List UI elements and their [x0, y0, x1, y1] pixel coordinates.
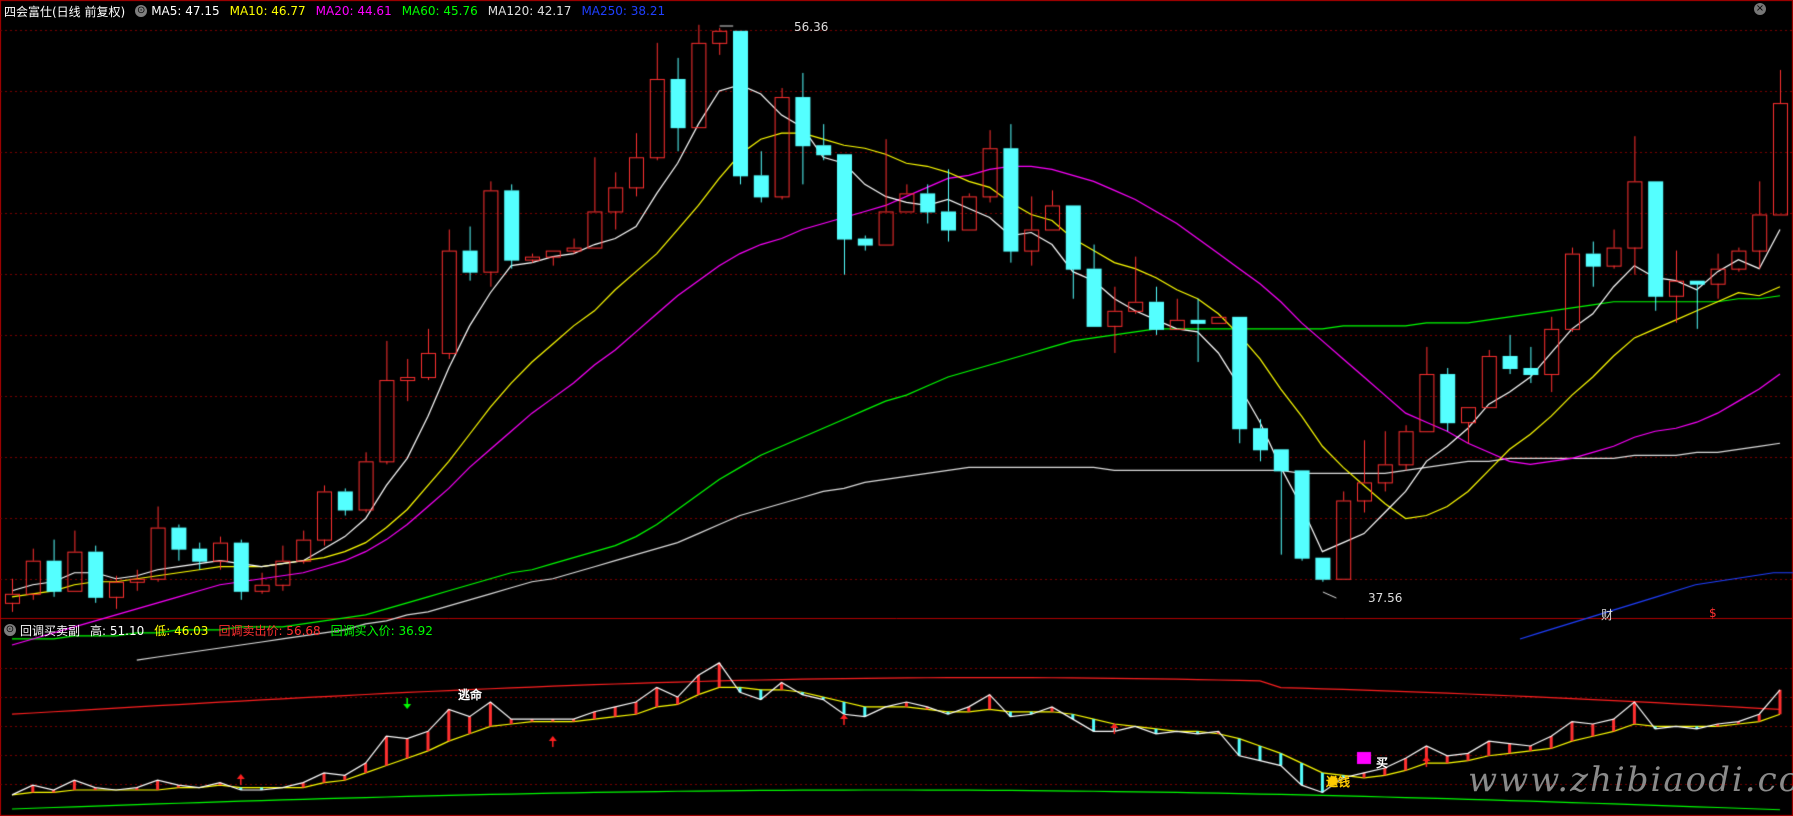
- ma250-label: MA250: 38.21: [581, 4, 666, 18]
- low-price-label: 37.56: [1368, 591, 1403, 605]
- main-panel-title: 四会富仕(日线 前复权): [4, 4, 126, 19]
- high-price-label: 56.36: [794, 20, 829, 34]
- ma5-label: MA5: 47.15: [151, 4, 220, 18]
- close-icon[interactable]: ×: [1754, 3, 1766, 15]
- sub-panel-circle-icon[interactable]: ⊙: [4, 624, 16, 636]
- buy-signal-label: 买: [1376, 756, 1389, 770]
- sub-sell-price-label: 回调卖出价: 56.68: [218, 623, 321, 638]
- dividend-marker[interactable]: $: [1709, 606, 1717, 620]
- sub-high-label: 高: 51.10: [90, 623, 145, 638]
- ma60-label: MA60: 45.76: [401, 4, 478, 18]
- settings-circle-icon[interactable]: ⊙: [135, 5, 148, 17]
- sub-panel-legend: ⊙ 回调买卖副 高: 51.10 低: 46.03 回调卖出价: 56.68 回…: [4, 621, 433, 639]
- songqian-signal-label: 送钱: [1326, 775, 1351, 789]
- kline-chart-canvas[interactable]: [0, 0, 1793, 816]
- sub-buy-price-label: 回调买入价: 36.92: [330, 623, 433, 638]
- ma20-label: MA20: 44.61: [315, 4, 392, 18]
- main-panel-legend: 四会富仕(日线 前复权) ⊙ MA5: 47.15 MA10: 46.77 MA…: [4, 2, 665, 20]
- sub-panel-title: 回调买卖副: [20, 623, 81, 638]
- finance-marker[interactable]: 财: [1601, 606, 1613, 623]
- ma10-label: MA10: 46.77: [229, 4, 306, 18]
- taoming-signal-label: 逃命: [458, 688, 483, 702]
- ma120-label: MA120: 42.17: [487, 4, 572, 18]
- watermark: www.zhibiaodi.com: [1468, 760, 1793, 800]
- sub-low-label: 低: 46.03: [154, 623, 209, 638]
